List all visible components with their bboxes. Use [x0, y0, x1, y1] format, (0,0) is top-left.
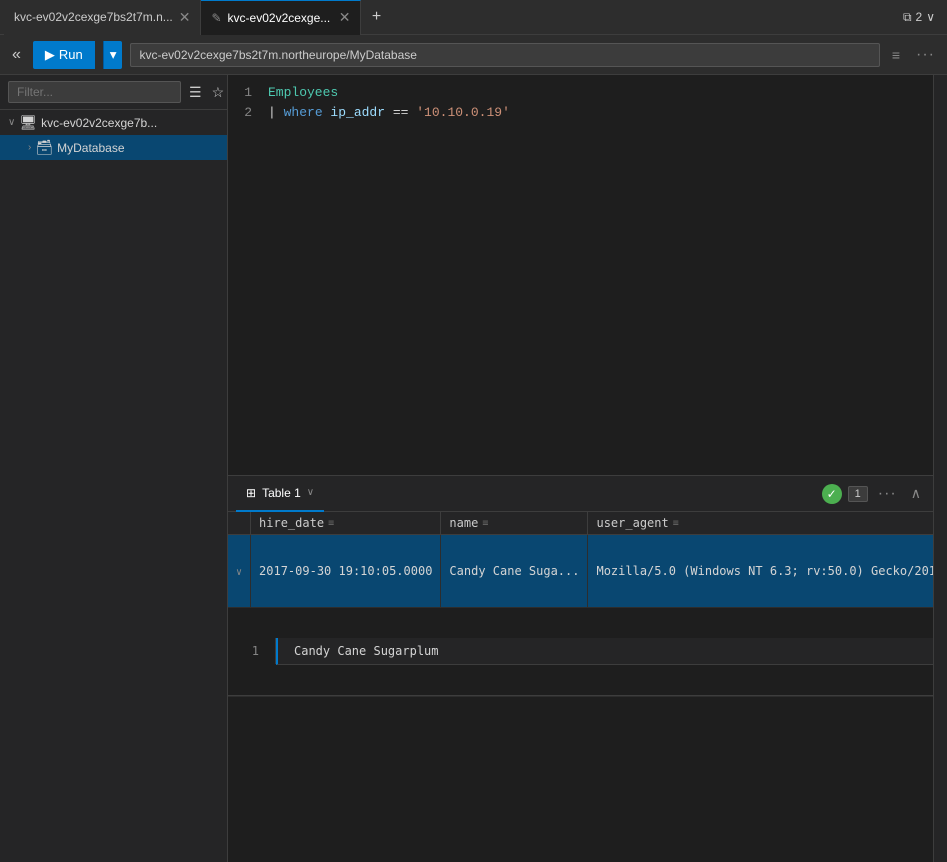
- results-tabbar: ⊞ Table 1 ∨ ✓ 1 ··· ∧: [228, 476, 933, 512]
- table-row[interactable]: ∨ 2017-09-30 19:10:05.0000 Candy Cane Su…: [228, 535, 933, 608]
- table-header-row: hire_date ≡ name ≡: [228, 512, 933, 535]
- sidebar-database-label: MyDatabase: [57, 141, 124, 155]
- table-icon: ⊞: [246, 486, 256, 500]
- tab-2[interactable]: ✎ kvc-ev02v2cexge... ✕: [201, 0, 361, 35]
- sidebar: ☰ ☆ ∨ 🖥 kvc-ev02v2cexge7b... › 🗃 MyDatab…: [0, 75, 228, 862]
- results-table: hire_date ≡ name ≡: [228, 512, 933, 696]
- run-button[interactable]: ▶ Run: [33, 41, 95, 69]
- check-icon: ✓: [827, 487, 837, 501]
- sidebar-toolbar: ☰ ☆: [0, 75, 227, 110]
- sort-icon-name: ≡: [482, 518, 488, 529]
- line-number-2: 2: [228, 103, 268, 123]
- db-path-input[interactable]: [130, 43, 879, 67]
- tab-1-close[interactable]: ✕: [179, 9, 191, 26]
- more-toolbar-button[interactable]: ···: [912, 44, 939, 66]
- hire-date-label: hire_date: [259, 516, 324, 530]
- new-tab-button[interactable]: +: [361, 0, 391, 35]
- filter-results-button[interactable]: ≡: [888, 45, 904, 65]
- expanded-row-num: 1: [228, 638, 276, 664]
- tab-1[interactable]: kvc-ev02v2cexge7bs2t7m.n... ✕: [4, 0, 201, 35]
- chevron-down-icon: ∨: [8, 117, 15, 128]
- collapse-sidebar-button[interactable]: «: [8, 42, 25, 68]
- hire-date-cell: 2017-09-30 19:10:05.0000: [251, 535, 441, 608]
- counter-chevron[interactable]: ∨: [926, 10, 935, 24]
- code-line-1: 1 Employees: [228, 83, 933, 103]
- sort-icon-user-agent: ≡: [673, 518, 679, 529]
- main-layout: ☰ ☆ ∨ 🖥 kvc-ev02v2cexge7b... › 🗃 MyDatab…: [0, 75, 947, 862]
- expand-col-header: [228, 512, 251, 535]
- results-collapse-button[interactable]: ∧: [907, 483, 925, 504]
- tab-1-label: kvc-ev02v2cexge7bs2t7m.n...: [14, 10, 173, 24]
- results-table-wrap[interactable]: hire_date ≡ name ≡: [228, 512, 933, 696]
- sidebar-server-label: kvc-ev02v2cexge7b...: [41, 116, 157, 130]
- user-agent-label: user_agent: [596, 516, 668, 530]
- filter-input[interactable]: [8, 81, 181, 103]
- empty-result-area: [228, 696, 933, 862]
- name-cell: Candy Cane Suga...: [441, 535, 588, 608]
- expanded-detail-value[interactable]: Candy Cane Sugarplum: [276, 638, 933, 665]
- results-tab-table1[interactable]: ⊞ Table 1 ∨: [236, 476, 324, 512]
- toolbar: « ▶ Run ▾ ≡ ···: [0, 35, 947, 75]
- tab-bar: kvc-ev02v2cexge7bs2t7m.n... ✕ ✎ kvc-ev02…: [0, 0, 947, 35]
- run-icon: ▶: [45, 47, 55, 63]
- editor-area: 1 Employees 2 | where ip_addr == '10.10.…: [228, 75, 933, 862]
- col-name[interactable]: name ≡: [441, 512, 588, 535]
- database-icon: 🗃: [35, 139, 53, 156]
- sidebar-filter-button[interactable]: ☰: [187, 82, 204, 103]
- tab-2-label: kvc-ev02v2cexge...: [228, 11, 331, 25]
- line-number-1: 1: [228, 83, 268, 103]
- vertical-scrollbar[interactable]: [933, 75, 947, 862]
- expand-cell[interactable]: ∨: [228, 535, 251, 608]
- user-agent-cell: Mozilla/5.0 (Windows NT 6.3; rv:50.0) Ge…: [588, 535, 933, 608]
- expanded-detail-row: 1 Candy Cane Sugarplum: [228, 607, 933, 695]
- sidebar-item-server[interactable]: ∨ 🖥 kvc-ev02v2cexge7b...: [0, 110, 227, 135]
- run-arrow-button[interactable]: ▾: [103, 41, 123, 69]
- sidebar-item-database[interactable]: › 🗃 MyDatabase: [0, 135, 227, 160]
- tab-edit-icon: ✎: [211, 11, 221, 25]
- code-editor[interactable]: 1 Employees 2 | where ip_addr == '10.10.…: [228, 75, 933, 475]
- results-more-button[interactable]: ···: [874, 483, 901, 505]
- results-count-badge: 1: [848, 486, 868, 502]
- chevron-right-icon: ›: [28, 142, 31, 153]
- results-tab-chevron[interactable]: ∨: [307, 487, 314, 498]
- code-text-2: | where ip_addr == '10.10.0.19': [268, 103, 510, 123]
- tab-2-close[interactable]: ✕: [339, 9, 351, 26]
- tab-counter: ⧉ 2 ∨: [903, 10, 943, 25]
- code-text-1: Employees: [268, 83, 338, 103]
- name-label: name: [449, 516, 478, 530]
- results-panel: ⊞ Table 1 ∨ ✓ 1 ··· ∧: [228, 475, 933, 862]
- results-tab-label: Table 1: [262, 486, 301, 500]
- windows-icon: ⧉: [903, 10, 912, 25]
- col-user-agent[interactable]: user_agent ≡: [588, 512, 933, 535]
- server-icon: 🖥: [19, 114, 37, 131]
- results-actions: ✓ 1 ··· ∧: [822, 483, 925, 505]
- sidebar-star-button[interactable]: ☆: [210, 82, 227, 103]
- col-hire-date[interactable]: hire_date ≡: [251, 512, 441, 535]
- code-line-2: 2 | where ip_addr == '10.10.0.19': [228, 103, 933, 123]
- row-expand-icon[interactable]: ∨: [236, 567, 242, 578]
- status-ok-badge: ✓: [822, 484, 842, 504]
- sort-icon-hire-date: ≡: [328, 518, 334, 529]
